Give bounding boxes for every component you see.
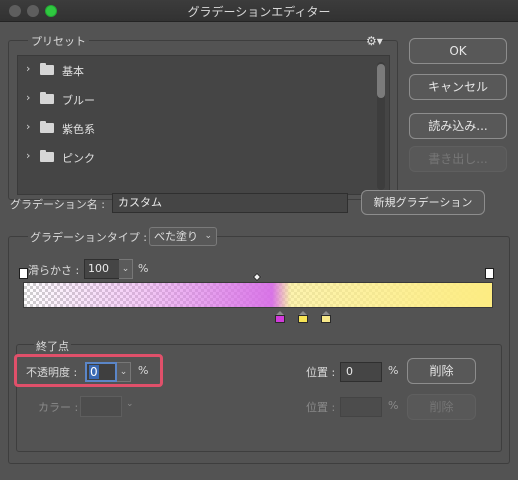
cancel-button[interactable]: キャンセル: [409, 74, 507, 100]
preset-folder-basic[interactable]: › 基本: [18, 60, 368, 80]
preset-folder-label: 基本: [62, 65, 84, 78]
opacity-input[interactable]: 0: [85, 362, 117, 382]
presets-heading: プリセット: [28, 33, 89, 49]
color-stop-1[interactable]: [275, 311, 285, 323]
gradient-type-select[interactable]: べた塗り ⌄: [149, 227, 217, 246]
ok-button[interactable]: OK: [409, 38, 507, 64]
smoothness-label: 滑らかさ :: [28, 264, 80, 277]
chevron-down-icon: ⌄: [204, 231, 212, 241]
gradient-type-value: べた塗り: [154, 230, 198, 243]
smoothness-dropdown[interactable]: ⌄: [119, 259, 133, 279]
stops-heading: 終了点: [34, 338, 71, 354]
load-button[interactable]: 読み込み...: [409, 113, 507, 139]
preset-folder-purple[interactable]: › 紫色系: [18, 118, 368, 138]
chevron-right-icon[interactable]: ›: [26, 120, 30, 133]
chevron-down-icon: ⌄: [121, 264, 130, 274]
folder-icon: [40, 92, 54, 104]
dialog-content: プリセット ⚙▾ › 基本 › ブルー › 紫色系 › ピンク OK キャンセル…: [0, 22, 518, 480]
gradient-name-label: グラデーション名 :: [10, 198, 105, 211]
gradient-preview-bar[interactable]: [23, 282, 493, 308]
new-gradient-button[interactable]: 新規グラデーション: [361, 190, 485, 215]
preset-folder-pink[interactable]: › ピンク: [18, 147, 368, 167]
color-stop-2[interactable]: [298, 311, 308, 323]
preset-scroll-thumb[interactable]: [377, 64, 385, 98]
smoothness-input[interactable]: 100: [84, 259, 120, 279]
color-stop-swatch: [298, 315, 308, 323]
opacity-unit: %: [138, 364, 149, 377]
color-stop-swatch: [275, 315, 285, 323]
chevron-right-icon[interactable]: ›: [26, 62, 30, 75]
delete-color-stop-button[interactable]: 削除: [407, 394, 476, 420]
window-title: グラデーションエディター: [187, 5, 331, 19]
preset-folder-label: ブルー: [62, 94, 95, 107]
opacity-location-unit: %: [388, 364, 399, 377]
opacity-location-input[interactable]: 0: [340, 362, 382, 382]
color-location-label: 位置 :: [306, 401, 336, 414]
gear-icon[interactable]: ⚙▾: [366, 34, 383, 48]
gradient-name-input[interactable]: カスタム: [112, 193, 348, 213]
export-button[interactable]: 書き出し...: [409, 146, 507, 172]
color-location-input[interactable]: [340, 397, 382, 417]
preset-scrollbar[interactable]: [377, 62, 385, 190]
delete-opacity-stop-button[interactable]: 削除: [407, 358, 476, 384]
opacity-dropdown[interactable]: ⌄: [117, 362, 131, 382]
title-bar: グラデーションエディター: [0, 0, 518, 22]
opacity-location-label: 位置 :: [306, 366, 336, 379]
color-stop-3[interactable]: [321, 311, 331, 323]
folder-icon: [40, 63, 54, 75]
folder-icon: [40, 150, 54, 162]
smoothness-unit: %: [138, 262, 149, 275]
preset-folder-blue[interactable]: › ブルー: [18, 89, 368, 109]
chevron-right-icon[interactable]: ›: [26, 91, 30, 104]
preset-folder-label: 紫色系: [62, 123, 95, 136]
preset-folder-label: ピンク: [62, 152, 95, 165]
folder-icon: [40, 121, 54, 133]
opacity-stop-right[interactable]: [485, 268, 494, 279]
color-label: カラー :: [38, 401, 79, 414]
chevron-down-icon[interactable]: ⌄: [126, 399, 134, 409]
opacity-label: 不透明度 :: [26, 366, 78, 379]
opacity-stop-left[interactable]: [19, 268, 28, 279]
color-location-unit: %: [388, 399, 399, 412]
preset-list[interactable]: › 基本 › ブルー › 紫色系 › ピンク: [17, 55, 390, 195]
color-stop-swatch: [321, 315, 331, 323]
gradient-type-label: グラデーションタイプ :: [28, 229, 149, 245]
chevron-right-icon[interactable]: ›: [26, 149, 30, 162]
opacity-value: 0: [89, 365, 99, 379]
chevron-down-icon: ⌄: [119, 367, 128, 377]
color-well[interactable]: [80, 396, 122, 417]
